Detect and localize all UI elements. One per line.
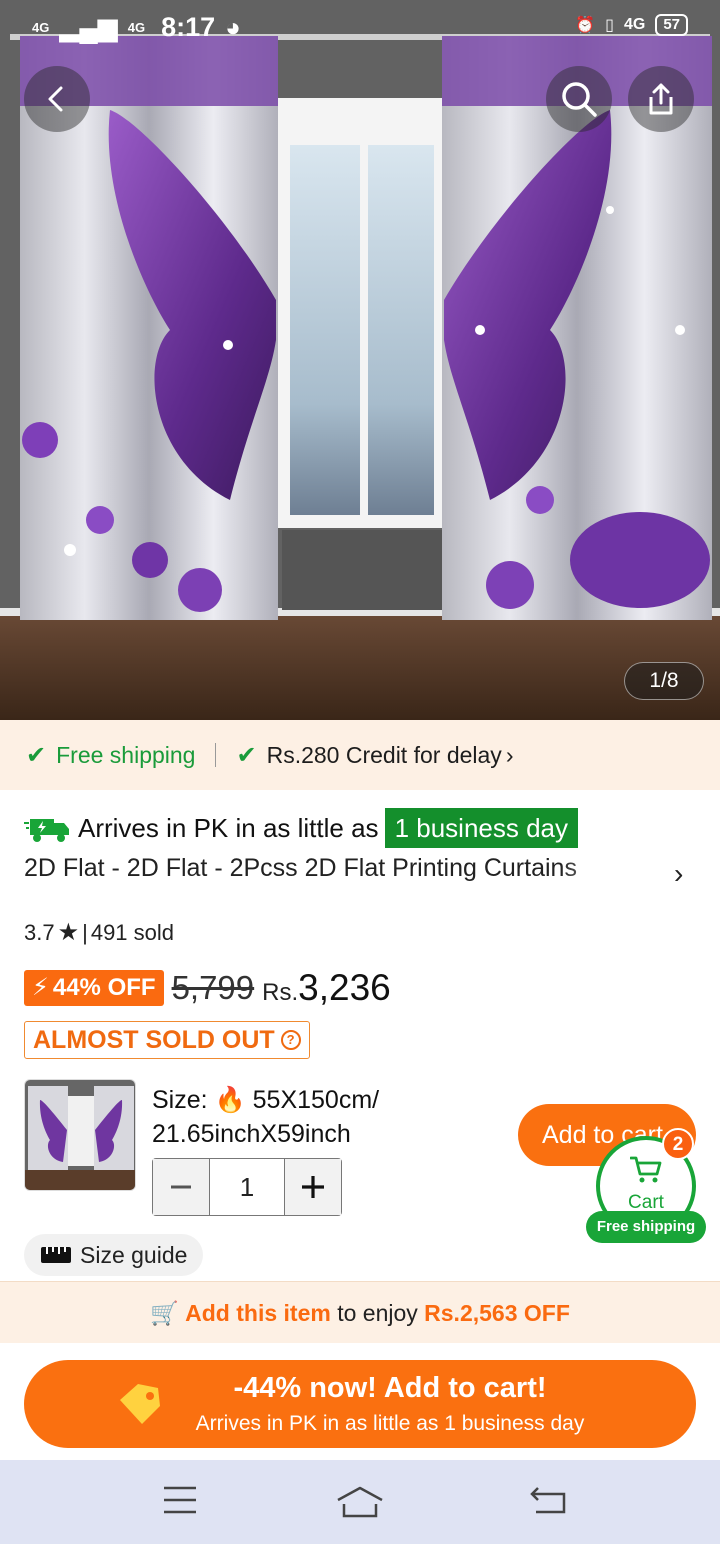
lightning-icon: ⚡ xyxy=(32,974,49,1001)
signal-icon: ▂▄▆ xyxy=(59,12,118,42)
quantity-value[interactable]: 1 xyxy=(209,1159,285,1215)
delivery-truck-icon xyxy=(24,819,69,842)
search-icon xyxy=(562,82,597,117)
divider: | xyxy=(82,919,88,945)
add-item-text: Add this item xyxy=(185,1300,331,1326)
decrease-quantity-button[interactable] xyxy=(153,1159,209,1215)
stock-status-label: ALMOST SOLD OUT xyxy=(33,1025,275,1054)
network-indicator-2: 4G xyxy=(127,19,146,35)
share-icon xyxy=(649,83,673,115)
free-shipping-label: Free shipping xyxy=(56,741,196,768)
cart-free-shipping-badge: Free shipping xyxy=(586,1211,706,1243)
discount-label: 44% OFF xyxy=(52,974,156,1001)
cart-count-badge: 2 xyxy=(662,1128,694,1160)
price-row: ⚡ 44% OFF 5,799 Rs. 3,236 xyxy=(24,966,391,1010)
size-label: Size: xyxy=(152,1086,208,1114)
minus-icon xyxy=(171,1185,191,1189)
back-button[interactable] xyxy=(24,66,90,132)
almost-sold-out-badge[interactable]: ALMOST SOLD OUT ? xyxy=(24,1021,310,1059)
menu-button[interactable] xyxy=(162,1484,198,1521)
promo-discount: Rs.2,563 OFF xyxy=(424,1300,570,1326)
divider xyxy=(215,743,217,767)
cart-icon xyxy=(630,1156,662,1183)
chevron-right-icon[interactable]: › xyxy=(674,858,683,890)
currency-label: Rs. xyxy=(262,979,299,1006)
menu-icon xyxy=(164,1486,196,1514)
product-image xyxy=(0,0,720,720)
promo-strip[interactable]: 🛒 Add this item to enjoy Rs.2,563 OFF xyxy=(0,1281,720,1343)
size-value-inches: 21.65inchX59inch xyxy=(152,1120,351,1148)
product-title[interactable]: 2D Flat - 2D Flat - 2Pcss 2D Flat Printi… xyxy=(24,854,636,883)
sync-icon: ◕ xyxy=(225,12,241,42)
star-icon: ★ xyxy=(57,919,80,946)
network-indicator: 4G xyxy=(32,19,50,35)
cta-sub-text: Arrives in PK in as little as 1 business… xyxy=(195,1412,585,1435)
add-to-cart-cta-button[interactable]: -44% now! Add to cart! Arrives in PK in … xyxy=(24,1360,696,1448)
back-nav-button[interactable] xyxy=(530,1484,568,1521)
checkmark-icon: ✔ xyxy=(26,741,47,769)
ruler-icon xyxy=(41,1247,71,1263)
quantity-stepper[interactable]: 1 xyxy=(152,1158,342,1216)
home-icon xyxy=(337,1486,383,1518)
back-arrow-icon xyxy=(530,1487,566,1514)
thumbnail-image xyxy=(25,1080,135,1190)
delivery-estimate: Arrives in PK in as little as 1 business… xyxy=(24,808,579,848)
to-enjoy-text: to enjoy xyxy=(337,1300,418,1326)
share-button[interactable] xyxy=(628,66,694,132)
help-icon: ? xyxy=(280,1030,301,1050)
shipping-benefits-strip[interactable]: ✔ Free shipping ✔ Rs.280 Credit for dela… xyxy=(0,720,720,790)
chevron-right-icon: › xyxy=(505,741,514,768)
search-button[interactable] xyxy=(546,66,612,132)
status-bar: 4G ▂▄▆ 4G 8:17 ◕ ⏰ ▯ 4G 57 xyxy=(0,0,720,56)
rating-row[interactable]: 3.7 ★ | 491 sold xyxy=(24,918,174,947)
business-day-badge: 1 business day xyxy=(384,808,579,848)
size-guide-label: Size guide xyxy=(80,1241,188,1268)
cta-main-text: -44% now! Add to cart! xyxy=(233,1372,547,1404)
chevron-left-icon xyxy=(48,86,63,112)
alarm-icon: ⏰ xyxy=(575,17,596,34)
title-fade xyxy=(560,850,640,890)
vibrate-icon: ▯ xyxy=(605,17,614,34)
original-price: 5,799 xyxy=(171,969,255,1006)
flame-icon: 🔥 xyxy=(214,1086,246,1114)
checkmark-icon: ✔ xyxy=(236,741,257,769)
discount-badge: ⚡ 44% OFF xyxy=(24,970,164,1006)
size-value: 55X150cm/ xyxy=(252,1086,380,1114)
image-counter: 1/8 xyxy=(624,662,704,700)
sale-price: 3,236 xyxy=(298,967,391,1008)
size-guide-button[interactable]: Size guide xyxy=(24,1234,204,1276)
battery-icon: 57 xyxy=(655,14,688,36)
product-image-gallery[interactable]: 4G ▂▄▆ 4G 8:17 ◕ ⏰ ▯ 4G 57 1/8 xyxy=(0,0,720,720)
clock: 8:17 xyxy=(161,12,216,42)
cart-plus-icon: 🛒 xyxy=(150,1300,179,1326)
size-selection[interactable]: Size: 🔥 55X150cm/ 21.65inchX59inch xyxy=(152,1083,452,1151)
plus-icon xyxy=(302,1176,324,1198)
sold-count: 491 sold xyxy=(90,919,175,945)
arrives-text: Arrives in PK in as little as xyxy=(78,812,379,843)
increase-quantity-button[interactable] xyxy=(285,1159,341,1215)
home-button[interactable] xyxy=(336,1484,384,1525)
variant-thumbnail[interactable] xyxy=(24,1079,136,1191)
rating-value: 3.7 xyxy=(24,919,55,945)
delay-credit-label: Rs.280 Credit for delay xyxy=(266,741,502,768)
mobile-data-indicator: 4G xyxy=(623,16,646,33)
system-navigation-bar xyxy=(0,1460,720,1544)
